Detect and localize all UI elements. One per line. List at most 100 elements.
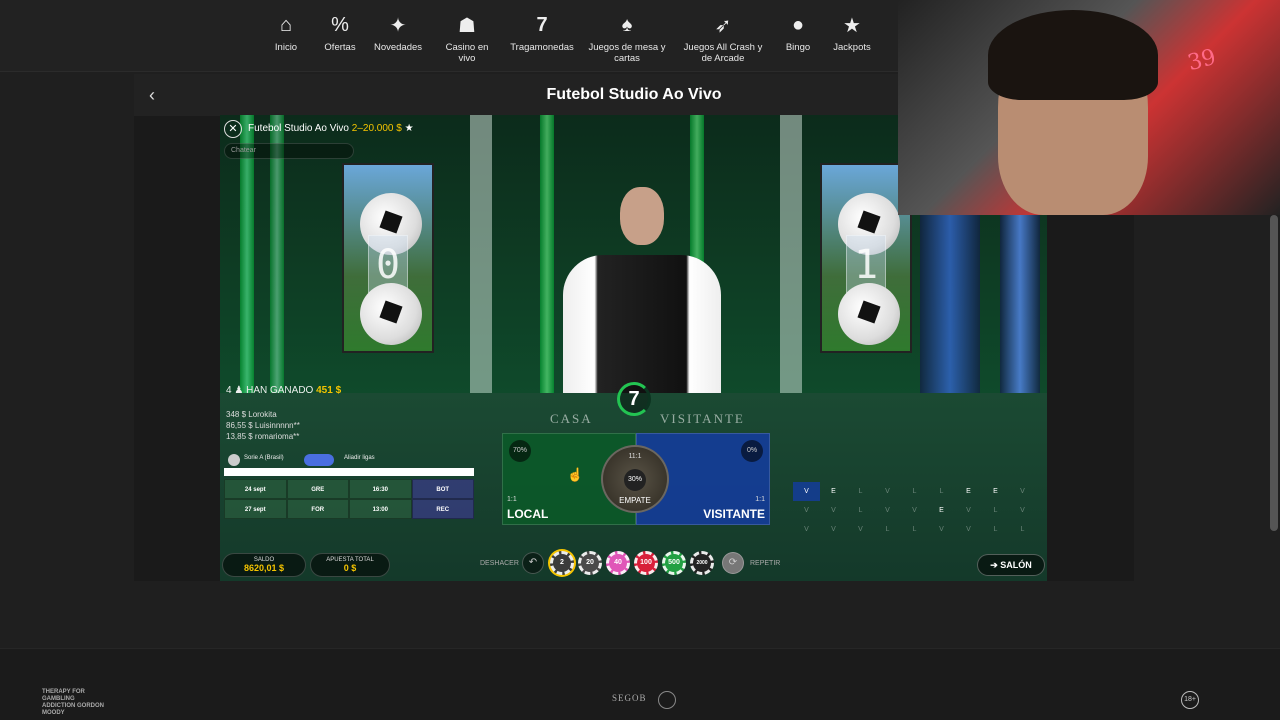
favorite-star-icon[interactable]: ★ <box>405 123 414 134</box>
history-cell: E <box>831 488 836 495</box>
list-item: 348 $ Lorokita <box>226 410 277 419</box>
history-cell: L <box>858 488 863 495</box>
star-icon: ★ <box>843 14 861 37</box>
history-cell: L <box>939 488 944 495</box>
winners-label: HAN GANADO <box>246 385 314 396</box>
undo-button[interactable]: ↶ <box>522 552 544 574</box>
history-row: V E L V L L E E V <box>793 482 1043 501</box>
chip-40[interactable]: 40 <box>606 551 630 575</box>
local-percentage: 70% <box>509 440 531 462</box>
winners-list: 348 $ Lorokita 86,55 $ Luisinnnnn** 13,8… <box>226 409 300 442</box>
history-cell: V <box>793 482 820 501</box>
repeat-button[interactable]: ⟳ <box>722 552 744 574</box>
visitante-percentage: 0% <box>741 440 763 462</box>
chip-2[interactable]: 2 <box>550 551 574 575</box>
streamer-webcam: 39 <box>898 0 1280 215</box>
history-cell: E <box>939 507 944 514</box>
fixture-away: REC <box>411 499 474 519</box>
fixtures-scrollbar[interactable] <box>224 468 474 476</box>
history-cell: E <box>993 488 998 495</box>
arrow-icon: ➔ <box>990 560 1001 570</box>
fixture-time: 13:00 <box>349 499 412 519</box>
game-title: Futebol Studio Ao Vivo 2–20.000 $ ★ <box>248 123 414 134</box>
winners-count: 4 <box>226 385 232 396</box>
visitante-label: VISITANTE <box>703 507 765 521</box>
history-cell: L <box>993 526 998 533</box>
history-cell: V <box>912 507 917 514</box>
chat-input[interactable]: Chatear <box>224 143 354 159</box>
results-history: V E L V L L E E V V V L V V E V L V V V … <box>793 482 1043 542</box>
history-cell: V <box>858 526 863 533</box>
hand-cursor-icon: ☝ <box>567 467 584 482</box>
local-label: LOCAL <box>507 507 549 521</box>
repeat-label: REPETIR <box>750 560 781 567</box>
close-icon[interactable]: ✕ <box>224 120 242 138</box>
chip-2000[interactable]: 2000 <box>690 551 714 575</box>
chip-500[interactable]: 500 <box>662 551 686 575</box>
league-home: Sorie A (Brasil) <box>244 455 284 461</box>
page-scrollbar[interactable] <box>1270 215 1278 531</box>
dealer-icon: ☗ <box>458 14 476 37</box>
nav-label: Ofertas <box>324 42 356 53</box>
soccer-ball-icon <box>360 283 422 345</box>
chip-20[interactable]: 20 <box>578 551 602 575</box>
table-label-casa: CASA <box>550 411 593 426</box>
toggle-switch[interactable] <box>304 454 334 466</box>
chip-100[interactable]: 100 <box>634 551 658 575</box>
fixture-time: 16:30 <box>349 479 412 499</box>
balance-value: 8620,01 $ <box>243 563 285 573</box>
empate-odds: 11:1 <box>628 453 642 460</box>
fixture-date: 27 sept <box>224 499 287 519</box>
fixture-home: FOR <box>286 499 349 519</box>
nav-label: Inicio <box>274 42 298 53</box>
cards-icon: ♠ <box>621 13 633 36</box>
history-cell: V <box>804 526 809 533</box>
list-item: 86,55 $ Luisinnnnn** <box>226 421 300 430</box>
nav-label: Juegos de mesa y cartas <box>588 42 666 64</box>
nav-label: Novedades <box>373 42 423 53</box>
segob-logo: SEGOB <box>612 693 647 703</box>
winners-amount: 451 $ <box>316 385 342 396</box>
list-item: 13,85 $ romarioma** <box>226 432 300 441</box>
history-row: V V V L L V V L L <box>793 520 1043 539</box>
history-cell: L <box>1020 526 1025 533</box>
league-away: Aliadir ligas <box>344 455 375 461</box>
fixture-away: BOT <box>411 479 474 499</box>
total-bet-value: 0 $ <box>343 563 357 573</box>
history-cell: L <box>912 526 917 533</box>
history-cell: V <box>1020 507 1025 514</box>
nav-item-jackpots[interactable]: ★ Jackpots <box>807 12 897 54</box>
dealer <box>563 255 721 403</box>
dealer-head <box>620 187 664 245</box>
total-bet-display: APUESTA TOTAL 0 $ <box>310 553 390 577</box>
home-score-screen: 0 <box>342 163 434 353</box>
gordon-moody-logo[interactable]: THERAPY FOR GAMBLING ADDICTION GORDON MO… <box>42 689 106 717</box>
empate-percentage: 30% <box>624 469 646 491</box>
table-label-visitante: VISITANTE <box>660 411 745 426</box>
history-cell: V <box>939 526 944 533</box>
winners-summary: 4 ♟ HAN GANADO 451 $ <box>226 385 341 396</box>
bet-spot-empate[interactable]: 11:1 30% EMPATE <box>601 445 669 513</box>
visitante-odds: 1:1 <box>755 496 765 503</box>
history-cell: V <box>966 507 971 514</box>
fixture-home: GRE <box>286 479 349 499</box>
history-cell: V <box>831 526 836 533</box>
sparkles-icon: ✦ <box>389 14 407 37</box>
league-selector[interactable]: Sorie A (Brasil) Aliadir ligas <box>224 450 474 468</box>
history-cell: V <box>804 507 809 514</box>
fixtures-table: 24 sept GRE 16:30 BOT 27 sept FOR 13:00 … <box>224 479 474 519</box>
history-cell: L <box>993 507 998 514</box>
nav-item-tragamonedas[interactable]: 7 Tragamonedas <box>497 12 587 54</box>
game-name: Futebol Studio Ao Vivo <box>248 123 349 134</box>
bet-limits: 2–20.000 $ <box>351 123 402 134</box>
salon-button[interactable]: ➔ SALÓN <box>977 554 1045 576</box>
empate-label: EMPATE <box>619 496 651 505</box>
history-cell: V <box>885 507 890 514</box>
nav-item-juegos-de-mesa[interactable]: ♠ Juegos de mesa y cartas <box>582 12 672 65</box>
salon-label: SALÓN <box>1000 560 1032 570</box>
nav-label: Casino en vivo <box>445 42 489 64</box>
history-cell: V <box>966 526 971 533</box>
bet-controls: SALDO 8620,01 $ APUESTA TOTAL 0 $ DESHAC… <box>220 545 1047 581</box>
history-cell: V <box>1020 488 1025 495</box>
history-cell: V <box>885 488 890 495</box>
